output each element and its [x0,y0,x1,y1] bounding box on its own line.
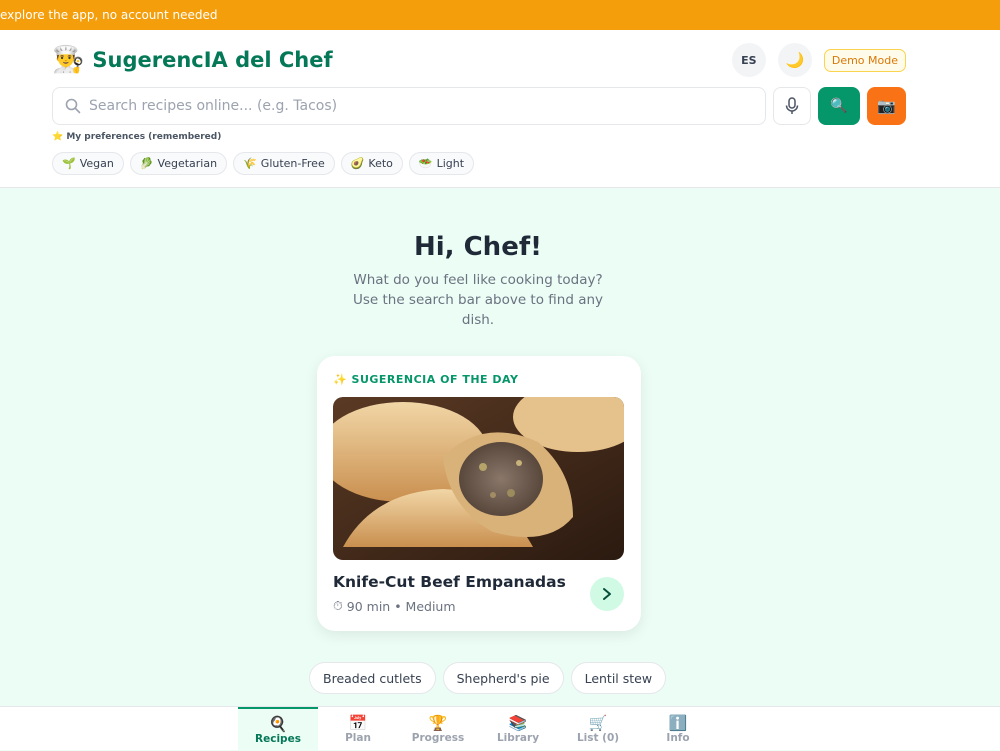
nav-label: Library [496,731,540,744]
frying-pan-icon: 🍳 [268,714,288,733]
quick-search-chip[interactable]: Shepherd's pie [442,662,564,694]
quick-searches: Breaded cutlets Shepherd's pie Lentil st… [309,662,667,694]
greeting-title: Hi, Chef! [414,232,542,262]
chip-vegan[interactable]: 🌱 Vegan [52,152,124,175]
nav-list[interactable]: 🛒 List (0) [558,707,638,751]
greeting-subtitle: What do you feel like cooking today? Use… [352,272,604,328]
search-button[interactable]: 🔍 [818,87,860,125]
chevron-right-icon [603,588,611,600]
chip-label: Gluten-Free [260,157,325,170]
preference-chips: 🌱 Vegan 🥬 Vegetarian 🌾 Gluten-Free 🥑 Ket… [52,152,475,175]
brand[interactable]: 👨‍🍳 SugerencIA del Chef [52,44,333,76]
info-icon: ℹ️ [668,713,688,732]
nav-progress[interactable]: 🏆 Progress [398,707,478,751]
voice-search-button[interactable] [773,87,811,125]
stopwatch-icon: ⏱ [333,598,343,613]
chip-label: Vegan [79,157,114,170]
nav-label: Recipes [255,732,301,745]
suggestion-kicker: ✨ SUGERENCIA OF THE DAY [333,373,519,386]
suggestion-card[interactable]: ✨ SUGERENCIA OF THE DAY Knife-Cut Beef E… [317,356,641,631]
chip-label: Vegetarian [157,157,218,170]
demo-mode-badge[interactable]: Demo Mode [823,48,906,72]
theme-toggle-button[interactable]: 🌙 [777,43,812,77]
nav-library[interactable]: 📚 Library [478,707,558,751]
header-actions: ES 🌙 Demo Mode [731,43,906,77]
nav-label: List (0) [576,731,620,744]
bottom-nav: 🍳 Recipes 📅 Plan 🏆 Progress 📚 Library 🛒 … [0,706,1000,751]
banner-text: explore the app, no account needed [0,8,218,22]
chip-vegetarian[interactable]: 🥬 Vegetarian [129,152,228,175]
wheat-icon: 🌾 [243,157,257,170]
language-button[interactable]: ES [731,43,766,77]
dish-name: Knife-Cut Beef Empanadas [333,573,566,591]
search-row: 🔍 📷 [52,87,906,125]
dish-meta-text: 90 min • Medium [346,598,456,614]
app-header: 👨‍🍳 SugerencIA del Chef ES 🌙 Demo Mode 🔍 [0,30,1000,188]
nav-label: Plan [345,731,371,744]
calendar-icon: 📅 [348,713,368,732]
open-recipe-button[interactable] [590,577,624,611]
microphone-icon [785,97,799,114]
avocado-icon: 🥑 [350,157,365,170]
cart-icon: 🛒 [588,713,608,732]
chip-label: Keto [368,157,393,170]
salad-icon: 🥗 [418,157,433,170]
moon-icon: 🌙 [785,51,805,69]
chip-gluten-free[interactable]: 🌾 Gluten-Free [233,152,335,175]
preferences-label: ⭐ My preferences (remembered) [52,132,222,142]
trophy-icon: 🏆 [428,713,448,732]
chip-light[interactable]: 🥗 Light [408,152,475,175]
demo-banner: explore the app, no account needed [0,0,1000,30]
camera-search-button[interactable]: 📷 [867,87,906,125]
quick-search-chip[interactable]: Lentil stew [570,662,667,694]
leafy-green-icon: 🥬 [139,157,154,170]
search-box[interactable] [52,87,766,125]
dish-meta: ⏱ 90 min • Medium [333,598,456,614]
books-icon: 📚 [508,713,528,732]
magnifier-icon: 🔍 [830,98,848,114]
nav-recipes[interactable]: 🍳 Recipes [238,707,318,751]
quick-search-chip[interactable]: Breaded cutlets [309,662,436,694]
chef-icon: 👨‍🍳 [52,45,85,75]
chip-keto[interactable]: 🥑 Keto [340,152,403,175]
camera-icon: 📷 [877,97,896,115]
nav-info[interactable]: ℹ️ Info [638,707,718,751]
dish-photo [333,397,624,560]
search-icon [65,98,81,114]
sprout-icon: 🌱 [62,157,76,170]
nav-plan[interactable]: 📅 Plan [318,707,398,751]
search-input[interactable] [89,98,709,114]
chip-label: Light [436,157,465,170]
nav-label: Info [666,731,690,744]
app-title: SugerencIA del Chef [92,48,333,72]
nav-label: Progress [411,731,465,744]
